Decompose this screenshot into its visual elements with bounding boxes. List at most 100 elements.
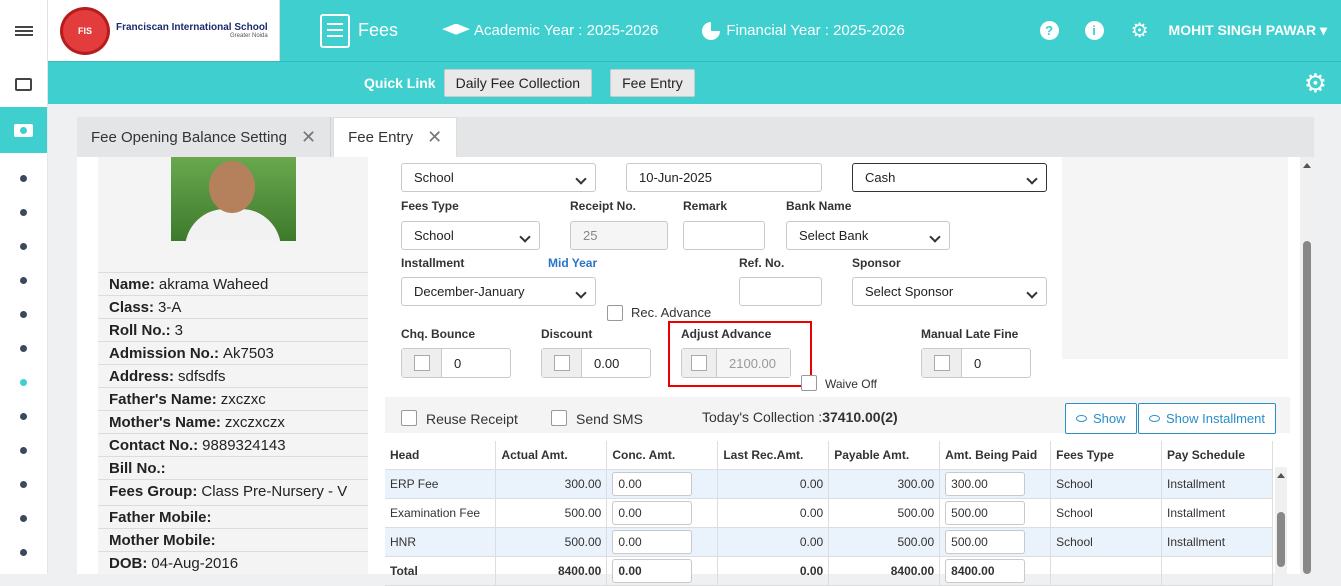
close-icon[interactable]: ✕ [427, 127, 442, 148]
rec-advance-checkbox[interactable] [607, 305, 623, 321]
financial-year: Financial Year : 2025-2026 [702, 21, 905, 40]
late-fine-label: Manual Late Fine [921, 327, 1019, 341]
bank-select[interactable]: Select Bank [786, 221, 950, 250]
menu-toggle-button[interactable] [0, 0, 48, 61]
sponsor-select[interactable]: Select Sponsor [852, 277, 1047, 306]
fee-entry-button[interactable]: Fee Entry [610, 69, 695, 97]
fee-form: School 10-Jun-2025 Cash Fees Type Receip… [385, 157, 1290, 586]
side-panel [1062, 157, 1288, 359]
fees-group: Fees Group: Class Pre-Nursery - V [98, 479, 368, 502]
cell-last: 0.00 [717, 498, 830, 528]
sidebar-item-wallet[interactable] [0, 61, 47, 107]
daily-fee-collection-button[interactable]: Daily Fee Collection [443, 69, 593, 97]
chq-bounce-checkbox[interactable] [402, 349, 442, 377]
cell-last: 0.00 [717, 469, 830, 499]
show-installment-button[interactable]: Show Installment [1138, 403, 1276, 434]
scroll-up-icon[interactable] [1277, 473, 1285, 478]
ref-no-input[interactable] [739, 277, 822, 306]
amt-paid-input[interactable]: 500.00 [945, 529, 1026, 554]
show-button[interactable]: Show [1065, 403, 1137, 434]
cell-last: 0.00 [717, 527, 830, 557]
sidebar-dot-2[interactable] [0, 195, 47, 229]
amt-paid-input[interactable]: 500.00 [945, 500, 1026, 525]
cell-type: School [1050, 469, 1163, 499]
cell-schedule: Installment [1161, 527, 1273, 557]
help-icon[interactable]: ? [1039, 21, 1059, 40]
sidebar-dot-10[interactable] [0, 467, 47, 501]
sidebar-dot-1[interactable] [0, 161, 47, 195]
cell-payable: 500.00 [828, 527, 941, 557]
col-last-rec: Last Rec.Amt. [717, 441, 830, 470]
quick-link-label: Quick Link [364, 75, 436, 91]
receipt-no-label: Receipt No. [570, 199, 637, 213]
user-name: MOHIT SINGH PAWAR [1168, 22, 1317, 38]
edit-settings-icon[interactable]: ⚙ [1304, 68, 1327, 99]
discount-checkbox[interactable] [542, 349, 582, 377]
module-title: Fees [320, 13, 398, 48]
payment-mode-select[interactable]: Cash [852, 163, 1047, 192]
pie-chart-icon [702, 21, 721, 40]
info-icon[interactable]: i [1084, 21, 1104, 40]
tab-strip: Fee Opening Balance Setting ✕ Fee Entry … [77, 117, 1314, 157]
col-being-paid: Amt. Being Paid [939, 441, 1052, 470]
page-scroll-thumb[interactable] [1303, 241, 1311, 574]
amt-paid-input[interactable]: 300.00 [945, 471, 1026, 496]
table-scroll-thumb[interactable] [1277, 512, 1285, 567]
discount-group: 0.00 [541, 348, 651, 378]
chq-bounce-input[interactable]: 0 [442, 349, 461, 377]
date-input[interactable]: 10-Jun-2025 [626, 163, 822, 192]
sidebar-dot-5[interactable] [0, 297, 47, 331]
send-sms-checkbox[interactable] [551, 410, 567, 426]
cell-actual: 500.00 [495, 498, 608, 528]
table-scrollbar[interactable] [1275, 467, 1287, 574]
mother-mobile: Mother Mobile: [98, 528, 368, 551]
student-roll: Roll No.: 3 [98, 318, 368, 341]
sidebar-dot-9[interactable] [0, 433, 47, 467]
late-fine-checkbox[interactable] [922, 349, 962, 377]
sidebar-dot-11[interactable] [0, 501, 47, 535]
sidebar-item-fees[interactable] [0, 107, 47, 153]
options-strip: Reuse Receipt Send SMS Today's Collectio… [385, 397, 1290, 434]
todays-collection: Today's Collection :37410.00(2) [702, 409, 898, 425]
school-name: Franciscan International School [116, 22, 268, 33]
date-of-birth: DOB: 04-Aug-2016 [98, 551, 368, 574]
sidebar-dot-4[interactable] [0, 263, 47, 297]
school-select[interactable]: School [401, 163, 596, 192]
user-menu[interactable]: MOHIT SINGH PAWAR ▾ [1169, 22, 1327, 39]
school-logo[interactable]: FIS Franciscan International School Grea… [48, 0, 280, 61]
discount-label: Discount [541, 327, 593, 341]
tab-fee-entry[interactable]: Fee Entry ✕ [333, 117, 458, 157]
sidebar-dot-6[interactable] [0, 331, 47, 365]
waive-off-checkbox[interactable] [801, 375, 817, 391]
cell-payable: 300.00 [828, 469, 941, 499]
cell-head: ERP Fee [385, 469, 497, 499]
cell-total-label: Total [385, 556, 497, 586]
page-scrollbar[interactable] [1300, 157, 1314, 574]
receipt-no-input[interactable]: 25 [570, 221, 668, 250]
close-icon[interactable]: ✕ [301, 127, 316, 148]
discount-input[interactable]: 0.00 [582, 349, 619, 377]
sidebar-dot-12[interactable] [0, 535, 47, 569]
sidebar-dot-7[interactable] [0, 365, 47, 399]
installment-label: Installment [401, 256, 465, 270]
table-header-row: Head Actual Amt. Conc. Amt. Last Rec.Amt… [385, 441, 1273, 470]
tab-fee-opening-balance[interactable]: Fee Opening Balance Setting ✕ [77, 117, 332, 157]
late-fine-input[interactable]: 0 [962, 349, 981, 377]
sidebar-dot-3[interactable] [0, 229, 47, 263]
fees-type-select[interactable]: School [401, 221, 540, 250]
father-name: Father's Name: zxczxc [98, 387, 368, 410]
remark-input[interactable] [683, 221, 765, 250]
conc-amt-input[interactable]: 0.00 [612, 500, 693, 525]
mid-year-link[interactable]: Mid Year [548, 256, 597, 270]
installment-select[interactable]: December-January [401, 277, 596, 306]
cell-actual: 300.00 [495, 469, 608, 499]
chq-bounce-label: Chq. Bounce [401, 327, 475, 341]
conc-amt-input[interactable]: 0.00 [612, 529, 693, 554]
sidebar-dot-8[interactable] [0, 399, 47, 433]
col-actual: Actual Amt. [495, 441, 608, 470]
scroll-up-icon[interactable] [1303, 163, 1311, 168]
settings-gear-icon[interactable]: ⚙ [1131, 18, 1149, 43]
send-sms-label: Send SMS [576, 411, 643, 427]
conc-amt-input[interactable]: 0.00 [612, 471, 693, 496]
reuse-receipt-checkbox[interactable] [401, 410, 417, 426]
